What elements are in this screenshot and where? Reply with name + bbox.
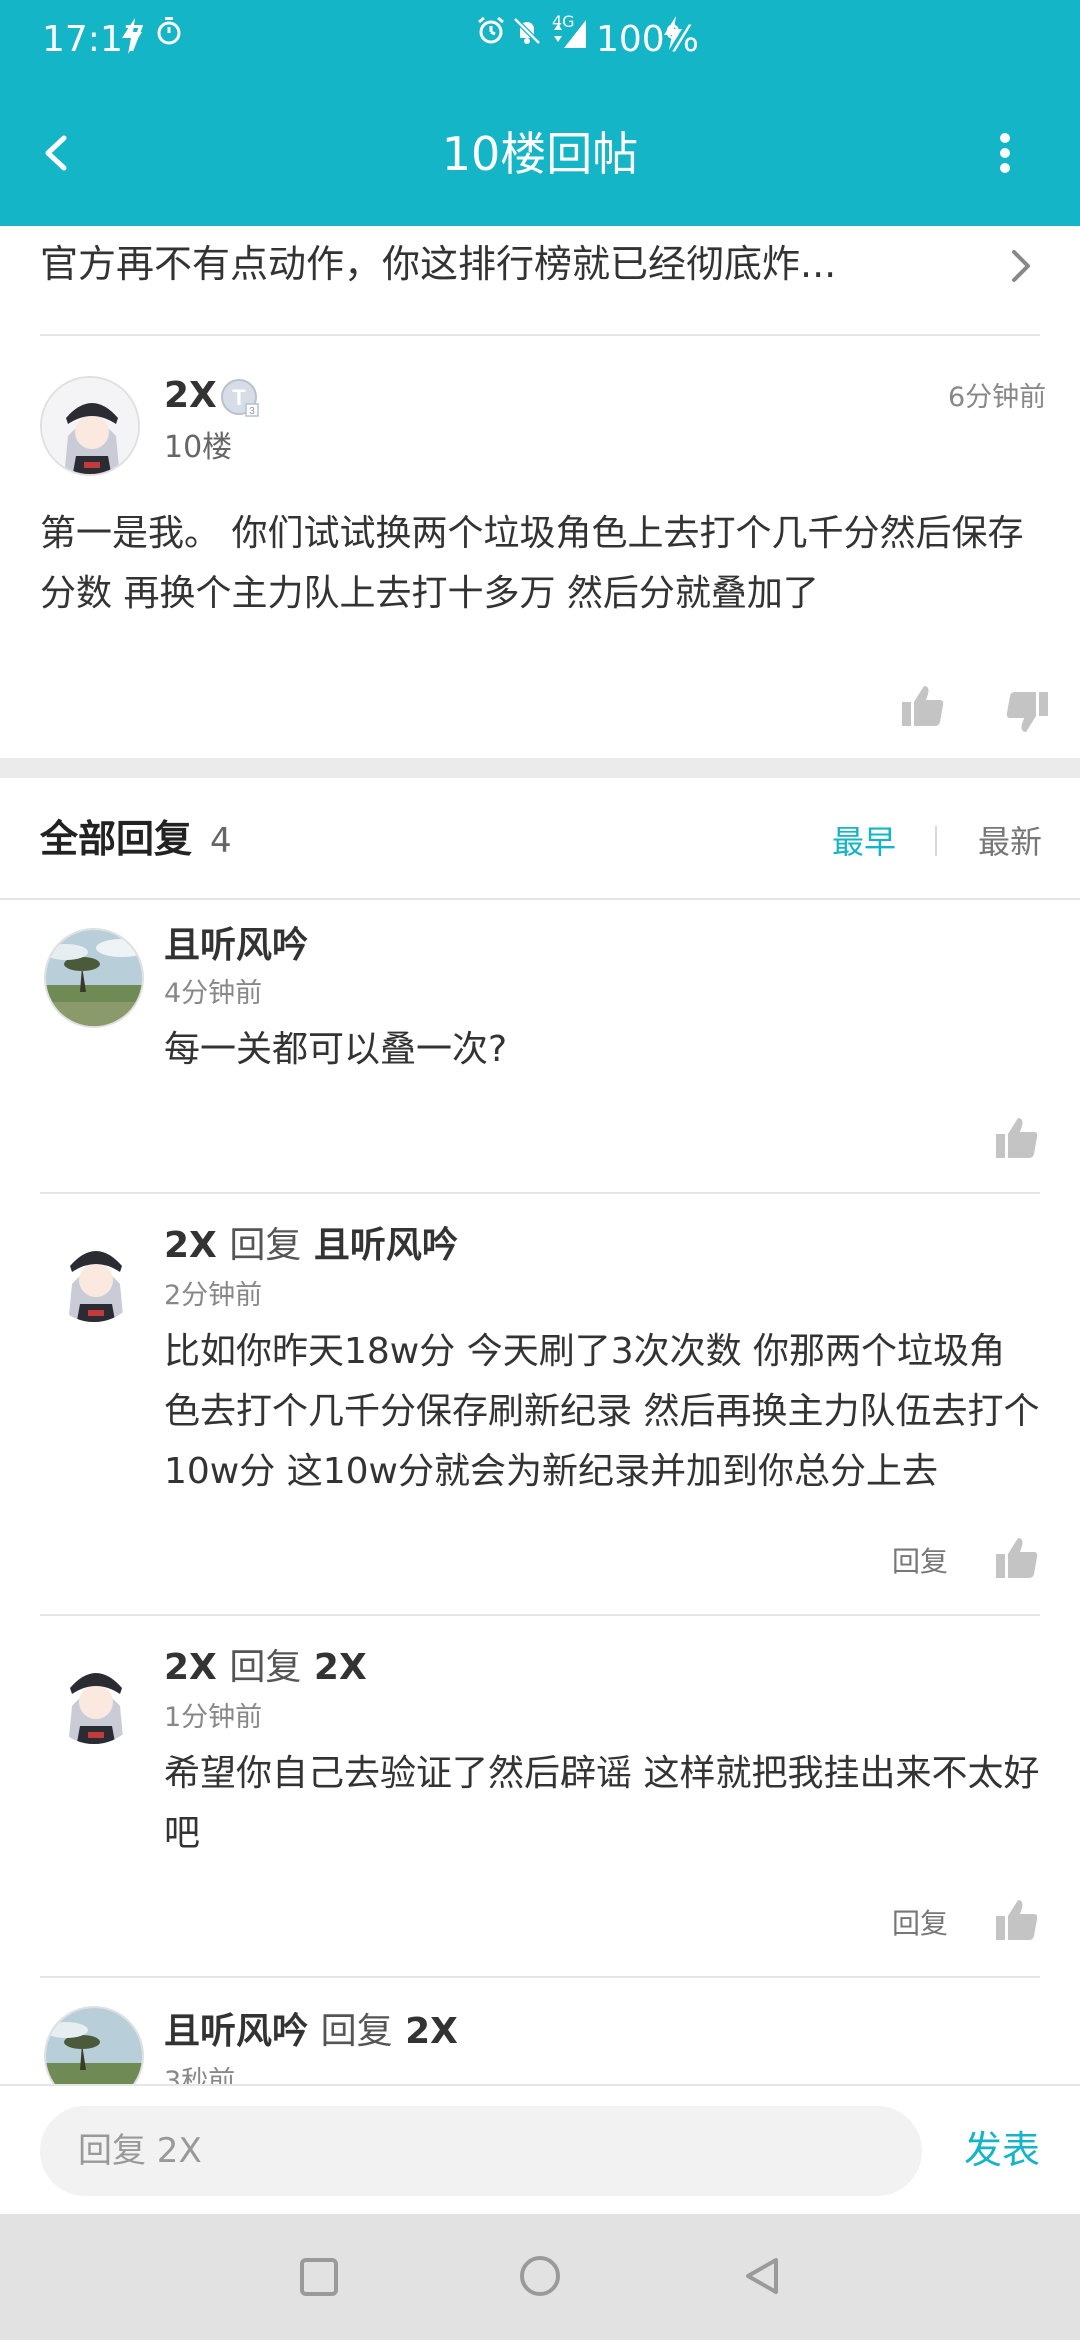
alarm-icon — [476, 16, 506, 46]
thumb-up-icon[interactable] — [898, 682, 946, 730]
reply-bar: 发表 — [0, 2084, 1080, 2214]
status-bar: 17:17 4G 100% — [0, 0, 1080, 80]
reply-time: 1分钟前 — [164, 1702, 263, 1733]
avatar[interactable] — [44, 1646, 144, 1746]
thumb-down-icon[interactable] — [1004, 688, 1052, 736]
original-post-title: 官方再不有点动作，你这排行榜就已经彻底炸... — [40, 242, 837, 286]
thumb-up-icon[interactable] — [992, 1114, 1040, 1162]
signal-icon — [548, 16, 588, 48]
reply-button[interactable]: 回复 — [892, 1904, 948, 1944]
sort-earliest-button[interactable]: 最早 — [832, 820, 896, 864]
divider — [40, 1192, 1040, 1194]
thumb-up-icon[interactable] — [992, 1534, 1040, 1582]
divider — [40, 334, 1040, 336]
reply-content: 比如你昨天18w分 今天刷了3次次数 你那两个垃圾角色去打个几千分保存刷新纪录 … — [164, 1331, 1040, 1492]
reply-to-label: 回复 — [229, 1225, 302, 1266]
reply-username[interactable]: 2X 回复 2X — [164, 1644, 367, 1692]
post-username[interactable]: 2X — [164, 372, 217, 420]
send-button[interactable]: 发表 — [964, 2124, 1040, 2176]
reply-content: 希望你自己去验证了然后辟谣 这样就把我挂出来不太好吧 — [164, 1753, 1040, 1854]
reply-username[interactable]: 且听风吟 回复 2X — [164, 2008, 458, 2056]
back-triangle-icon[interactable] — [740, 2254, 784, 2302]
divider — [40, 1614, 1040, 1616]
reply-button[interactable]: 回复 — [892, 1542, 948, 1582]
svg-text:3: 3 — [249, 406, 255, 417]
reply-time: 2分钟前 — [164, 1280, 263, 1311]
recents-icon[interactable] — [298, 2256, 340, 2302]
sort-latest-button[interactable]: 最新 — [978, 820, 1042, 864]
chevron-right-icon — [1006, 244, 1036, 292]
reply-to-user[interactable]: 且听风吟 — [314, 1225, 458, 1266]
reply-time: 3秒前 — [164, 2066, 236, 2084]
reply-to-label: 回复 — [229, 1647, 302, 1688]
post-time: 6分钟前 — [948, 382, 1047, 413]
post-floor: 10楼 — [164, 430, 233, 465]
charging-icon — [662, 16, 684, 50]
post-content: 第一是我。 你们试试换两个垃圾角色上去打个几千分然后保存分数 再换个主力队上去打… — [40, 513, 1024, 614]
level-badge: T3 — [220, 378, 260, 418]
reply-input[interactable] — [40, 2106, 922, 2196]
thumb-up-icon[interactable] — [992, 1896, 1040, 1944]
reply-to-user[interactable]: 2X — [405, 2011, 458, 2052]
reply-content: 每一关都可以叠一次? — [164, 1029, 508, 1070]
list-item: 且听风吟 回复 2X 3秒前 — [0, 1978, 1080, 2084]
more-vert-icon[interactable] — [990, 126, 1020, 180]
section-gap — [0, 758, 1080, 778]
bolt-icon — [120, 18, 144, 54]
avatar[interactable] — [44, 2006, 144, 2084]
timer-icon — [156, 16, 182, 46]
reply-to-label: 回复 — [320, 2011, 393, 2052]
bell-off-icon — [512, 16, 542, 46]
reply-time: 4分钟前 — [164, 978, 263, 1009]
app-bar: 10楼回帖 — [0, 80, 1080, 226]
page-title: 10楼回帖 — [441, 127, 639, 181]
svg-text:T: T — [232, 385, 246, 410]
reply-username[interactable]: 2X 回复 且听风吟 — [164, 1222, 458, 1270]
reply-to-user[interactable]: 2X — [314, 1647, 367, 1688]
replies-title: 全部回复 — [40, 817, 193, 861]
replies-count: 4 — [210, 821, 232, 861]
avatar[interactable] — [44, 1224, 144, 1324]
home-icon[interactable] — [518, 2254, 562, 2302]
reply-username[interactable]: 且听风吟 — [164, 922, 308, 970]
avatar[interactable] — [40, 376, 140, 476]
divider — [0, 898, 1080, 900]
original-post-link[interactable]: 官方再不有点动作，你这排行榜就已经彻底炸... — [0, 226, 1080, 336]
system-nav-bar — [0, 2214, 1080, 2340]
avatar[interactable] — [44, 928, 144, 1028]
sort-separator — [935, 826, 937, 856]
